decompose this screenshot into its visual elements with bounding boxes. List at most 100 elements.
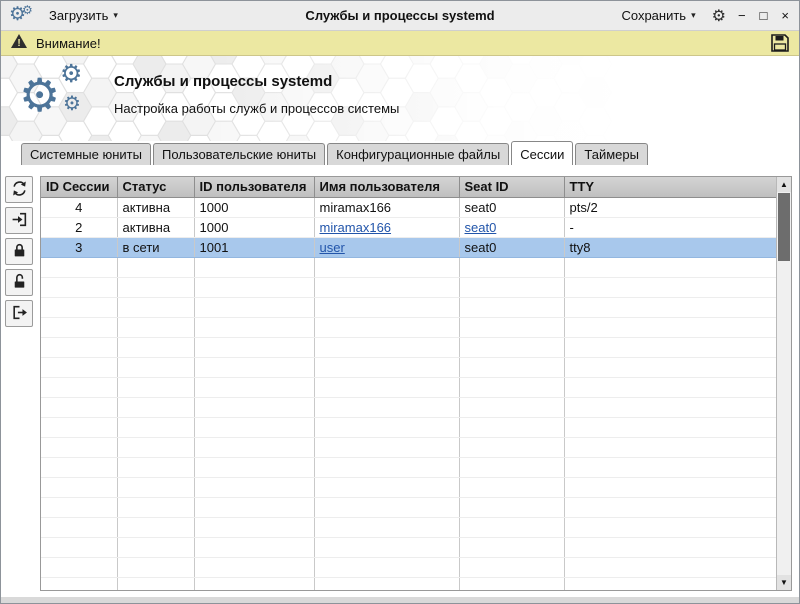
table-row-empty [41,497,776,517]
page-header: ⚙ ⚙ ⚙ Службы и процессы systemd Настройк… [1,56,799,141]
tab-timers[interactable]: Таймеры [575,143,648,165]
empty-cell [117,437,194,457]
load-menu-label: Загрузить [49,8,108,23]
cell-user-id: 1000 [194,197,314,217]
load-menu-button[interactable]: Загрузить ▾ [43,4,124,27]
scrollbar-track[interactable] [777,192,791,575]
empty-cell [564,337,776,357]
settings-gear-icon[interactable]: ⚙ [712,6,726,26]
empty-cell [564,557,776,577]
empty-cell [564,297,776,317]
empty-cell [314,397,459,417]
sessions-table: ID Сессии Статус ID пользователя Имя пол… [41,177,776,590]
cell-session-id: 4 [41,197,117,217]
empty-cell [314,517,459,537]
empty-cell [314,497,459,517]
titlebar: ⚙ ⚙ Загрузить ▾ Службы и процессы system… [1,1,799,31]
sessions-table-wrap: ID Сессии Статус ID пользователя Имя пол… [41,177,776,590]
cell-user-name-link[interactable]: miramax166 [320,220,392,235]
empty-cell [194,457,314,477]
col-header-user-name[interactable]: Имя пользователя [314,177,459,197]
scroll-down-button[interactable]: ▼ [777,575,791,590]
empty-cell [564,377,776,397]
empty-cell [459,497,564,517]
lock-session-button[interactable] [5,238,33,265]
col-header-user-id[interactable]: ID пользователя [194,177,314,197]
vertical-scrollbar[interactable]: ▲ ▼ [776,177,791,590]
empty-cell [564,497,776,517]
empty-cell [194,277,314,297]
table-row[interactable]: 3в сети1001userseat0tty8 [41,237,776,257]
activate-session-button[interactable] [5,207,33,234]
empty-cell [117,257,194,277]
col-header-seat-id[interactable]: Seat ID [459,177,564,197]
empty-cell [314,557,459,577]
unlock-session-button[interactable] [5,269,33,296]
table-row[interactable]: 2активна1000miramax166seat0- [41,217,776,237]
empty-cell [41,277,117,297]
cell-user-id: 1001 [194,237,314,257]
col-header-tty[interactable]: TTY [564,177,776,197]
col-header-session-id[interactable]: ID Сессии [41,177,117,197]
empty-cell [194,317,314,337]
table-row-empty [41,317,776,337]
tab-sessions[interactable]: Сессии [511,141,573,165]
table-row-empty [41,537,776,557]
close-button[interactable]: × [779,8,791,23]
empty-cell [117,357,194,377]
refresh-button[interactable] [5,176,33,203]
app-logo-gears-icon: ⚙ ⚙ ⚙ [19,62,104,134]
unlock-icon [11,273,28,293]
col-header-status[interactable]: Статус [117,177,194,197]
empty-cell [117,577,194,590]
sessions-panel: ID Сессии Статус ID пользователя Имя пол… [40,176,792,591]
cell-seat-id-link[interactable]: seat0 [465,220,497,235]
session-table-body: 4активна1000miramax166seat0pts/22активна… [41,197,776,590]
empty-cell [459,437,564,457]
empty-cell [194,537,314,557]
cell-user-name-link[interactable]: user [320,240,345,255]
empty-cell [117,497,194,517]
empty-cell [194,497,314,517]
empty-cell [41,497,117,517]
gear-icon: ⚙ [60,62,82,87]
tab-label: Сессии [520,147,564,162]
empty-cell [117,537,194,557]
cell-status: в сети [117,237,194,257]
empty-cell [314,277,459,297]
table-row-empty [41,437,776,457]
empty-cell [459,417,564,437]
empty-cell [117,557,194,577]
terminate-session-button[interactable] [5,300,33,327]
empty-cell [564,457,776,477]
login-arrow-icon [11,211,28,231]
table-row-empty [41,517,776,537]
empty-cell [117,417,194,437]
table-row-empty [41,357,776,377]
gear-icon: ⚙ [63,94,81,114]
app-window: ⚙ ⚙ Загрузить ▾ Службы и процессы system… [0,0,800,604]
save-menu-button[interactable]: Сохранить ▾ [615,4,701,27]
empty-cell [41,457,117,477]
minimize-button[interactable]: − [736,8,748,23]
empty-cell [564,437,776,457]
table-row[interactable]: 4активна1000miramax166seat0pts/2 [41,197,776,217]
empty-cell [41,577,117,590]
scrollbar-thumb[interactable] [778,193,790,261]
empty-cell [564,397,776,417]
table-row-empty [41,577,776,590]
empty-cell [41,257,117,277]
cell-session-id: 2 [41,217,117,237]
tab-config-files[interactable]: Конфигурационные файлы [327,143,509,165]
warning-bar: ! Внимание! [1,31,799,56]
empty-cell [459,317,564,337]
cell-tty: tty8 [564,237,776,257]
table-row-empty [41,377,776,397]
tab-user-units[interactable]: Пользовательские юниты [153,143,325,165]
maximize-button[interactable]: □ [758,8,770,23]
empty-cell [314,317,459,337]
empty-cell [41,357,117,377]
save-file-icon[interactable] [770,33,790,53]
tab-system-units[interactable]: Системные юниты [21,143,151,165]
scroll-up-button[interactable]: ▲ [777,177,791,192]
